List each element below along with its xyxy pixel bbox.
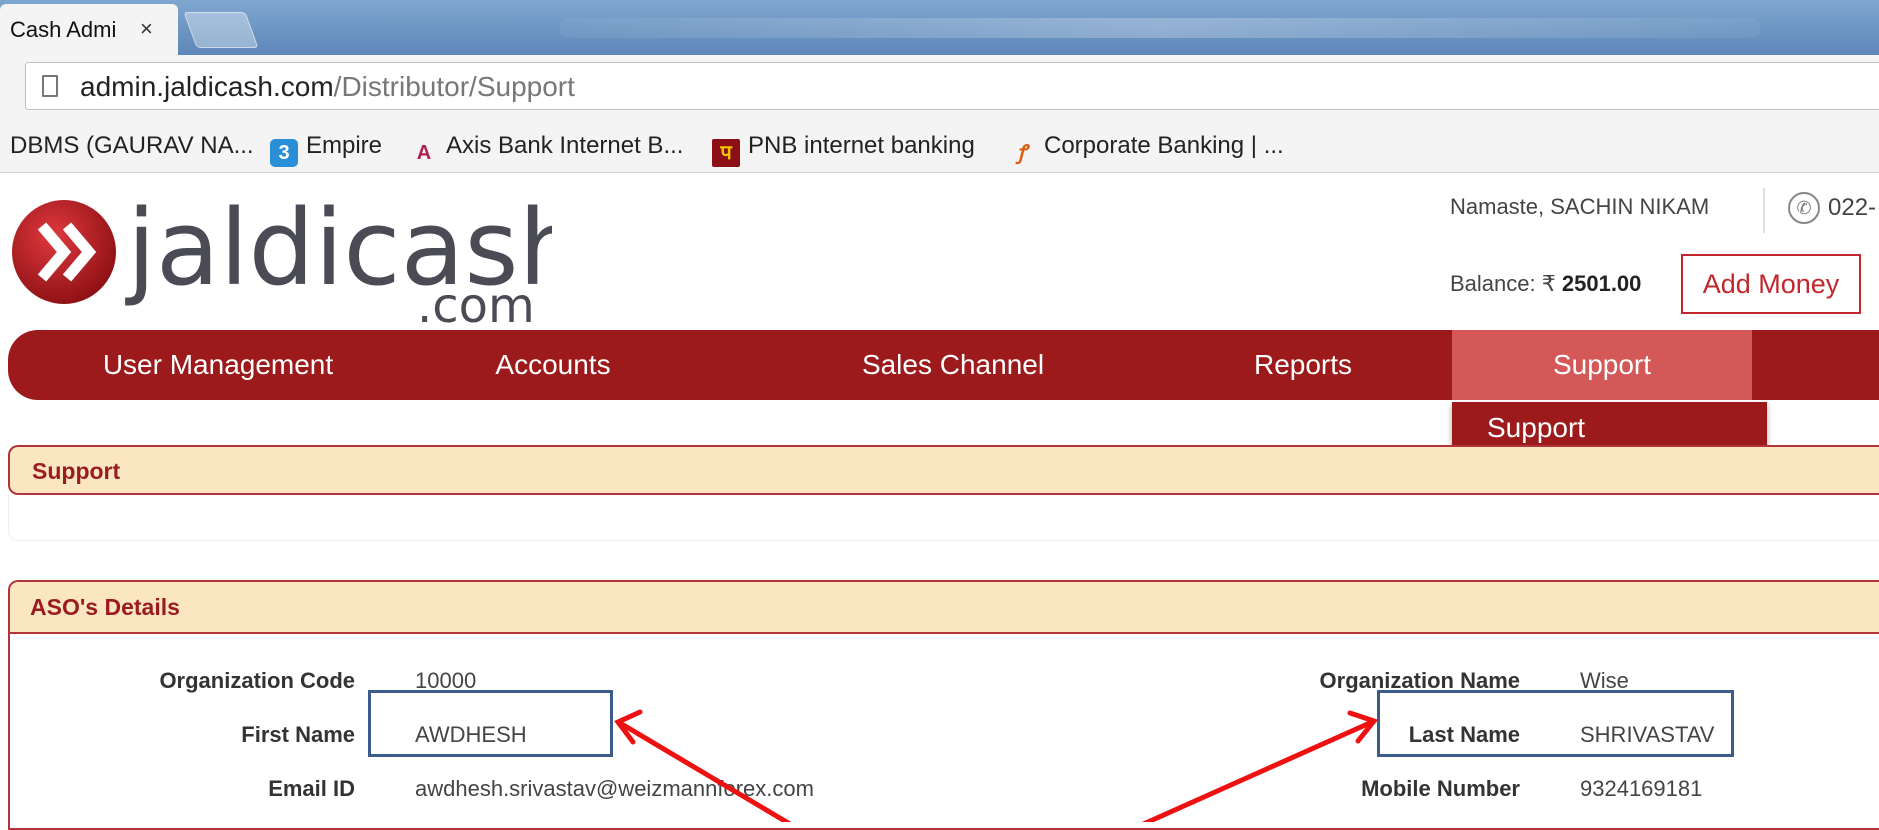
balance-display: Balance: ₹ 2501.00 — [1450, 271, 1641, 297]
window-title-blur — [560, 18, 1760, 38]
email-label: Email ID — [268, 776, 355, 801]
email-value: awdhesh.srivastav@weizmannforex.com — [415, 776, 814, 801]
phone-number: 022- — [1828, 194, 1877, 221]
aso-details-header: ASO's Details — [10, 582, 1879, 634]
url-host: admin.jaldicash.com — [80, 71, 334, 102]
page-icon — [42, 75, 58, 97]
address-bar[interactable]: admin.jaldicash.com/Distributor/Support — [25, 62, 1879, 110]
nav-accounts[interactable]: Accounts — [453, 330, 653, 400]
bookmarks-bar: DBMS (GAURAV NA... 3 Empire A Axis Bank In… — [0, 120, 1879, 173]
support-panel-header: Support — [8, 445, 1879, 495]
bookmark-axis-bank[interactable]: A Axis Bank Internet B... — [410, 132, 684, 167]
nav-reports[interactable]: Reports — [1198, 330, 1408, 400]
first-name-label: First Name — [241, 722, 355, 747]
bookmark-label: DBMS (GAURAV NA... — [10, 132, 254, 159]
tab-title: Cash Admi — [10, 17, 117, 42]
first-name-highlight-box — [368, 690, 613, 757]
main-nav: User Management Accounts Sales Channel R… — [8, 330, 1879, 400]
bookmark-pnb[interactable]: प PNB internet banking — [712, 132, 975, 167]
last-name-highlight-box — [1377, 690, 1734, 757]
header-divider — [1763, 188, 1765, 233]
bookmark-corporate-banking[interactable]: ꝭ Corporate Banking | ... — [1008, 132, 1284, 167]
bookmark-label: Corporate Banking | ... — [1044, 132, 1284, 159]
nav-support[interactable]: Support — [1452, 330, 1752, 400]
mobile-value: 9324169181 — [1580, 776, 1703, 801]
browser-toolbar: admin.jaldicash.com/Distributor/Support — [0, 55, 1879, 121]
close-icon[interactable]: × — [140, 16, 153, 42]
empire-icon: 3 — [270, 139, 298, 167]
url-path: /Distributor/Support — [333, 71, 575, 102]
axis-bank-icon: A — [416, 142, 432, 164]
rupee-icon: ₹ — [1541, 271, 1556, 296]
bookmark-label: Empire — [306, 132, 383, 159]
bookmark-dbms[interactable]: DBMS (GAURAV NA... — [10, 132, 254, 160]
pnb-icon: प — [712, 139, 740, 167]
url-text: admin.jaldicash.com/Distributor/Support — [80, 71, 575, 103]
new-tab-button[interactable] — [183, 12, 259, 48]
balance-value: 2501.00 — [1561, 271, 1642, 296]
org-code-label: Organization Code — [159, 668, 355, 693]
browser-tab-strip: Cash Admi × — [0, 0, 1879, 55]
support-panel-title: Support — [32, 458, 121, 484]
support-panel-body — [8, 495, 1879, 541]
nav-user-management[interactable]: User Management — [68, 330, 368, 400]
bookmark-label: PNB internet banking — [748, 132, 975, 159]
mobile-label: Mobile Number — [1361, 776, 1520, 801]
add-money-button[interactable]: Add Money — [1681, 254, 1861, 314]
aso-details-title: ASO's Details — [30, 594, 180, 620]
jaldicash-logo[interactable]: jaldicash .com — [12, 196, 552, 326]
dropdown-support-item[interactable]: Support — [1487, 412, 1585, 444]
phone-icon: ✆ — [1788, 192, 1820, 224]
logo-suffix: .com — [417, 278, 535, 326]
greeting-text: Namaste, SACHIN NIKAM — [1450, 194, 1710, 219]
bookmark-empire[interactable]: 3 Empire — [270, 132, 382, 167]
browser-tab[interactable]: Cash Admi × — [0, 4, 178, 55]
corporate-banking-icon: ꝭ — [1017, 142, 1027, 164]
nav-sales-channel[interactable]: Sales Channel — [818, 330, 1088, 400]
balance-label: Balance: — [1450, 271, 1536, 296]
bookmark-label: Axis Bank Internet B... — [446, 132, 684, 159]
